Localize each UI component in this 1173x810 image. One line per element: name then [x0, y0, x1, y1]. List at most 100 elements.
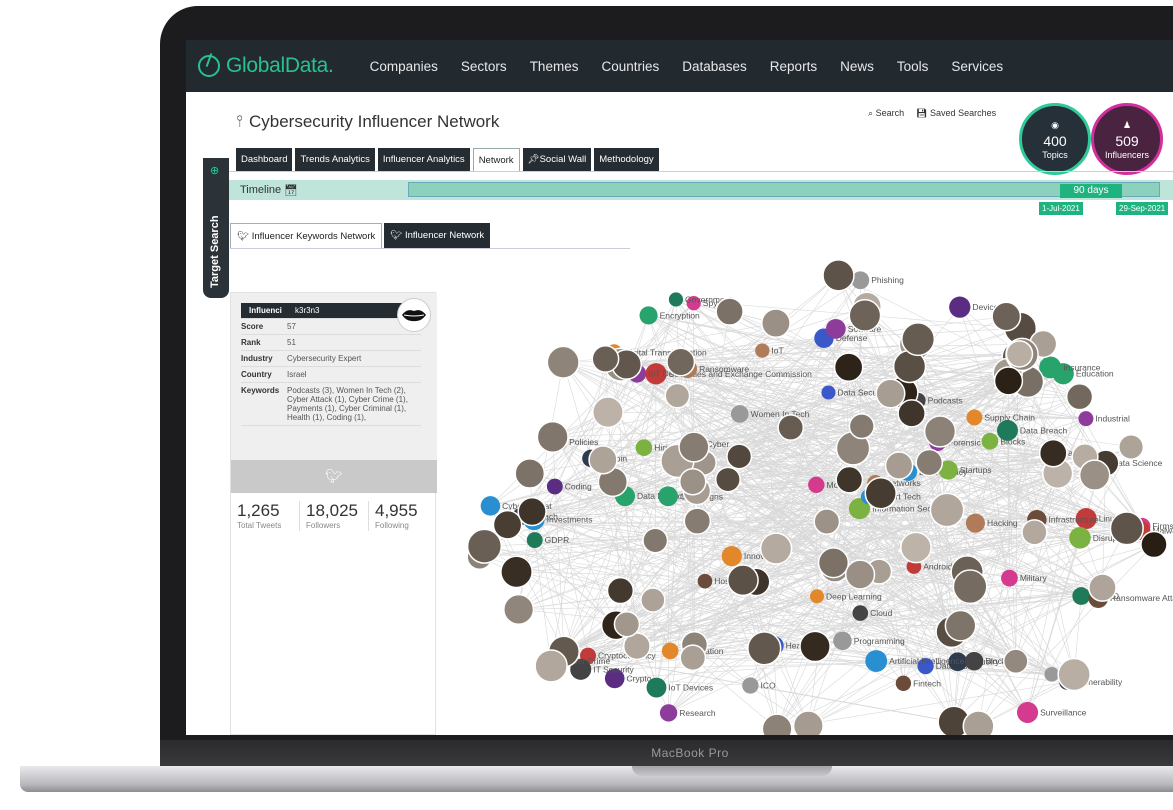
influencer-avatar-node[interactable] — [923, 415, 957, 448]
influencer-avatar-node[interactable] — [715, 297, 744, 326]
nav-item-countries[interactable]: Countries — [601, 59, 659, 74]
influencer-avatar-node[interactable] — [761, 713, 793, 735]
influencer-avatar-node[interactable] — [726, 564, 759, 597]
influencer-avatar-node[interactable] — [613, 610, 641, 638]
influencer-avatar-node[interactable] — [1002, 648, 1029, 675]
timeline-range-handle[interactable]: 90 days — [1060, 184, 1122, 198]
target-search-panel-toggle[interactable]: ⊕ Target Search — [203, 158, 229, 298]
influencer-avatar-node[interactable] — [534, 649, 568, 683]
influencer-avatar-node[interactable] — [500, 555, 533, 589]
influencer-avatar-node[interactable] — [944, 609, 977, 642]
influencer-avatar-node[interactable] — [514, 458, 546, 489]
keyword-node[interactable]: Surveillance — [1017, 701, 1087, 724]
timeline-slider[interactable] — [408, 182, 1160, 197]
influencer-avatar-node[interactable] — [799, 630, 831, 663]
search-link[interactable]: ⌕ Search — [868, 108, 904, 119]
influencer-avatar-node[interactable] — [747, 631, 782, 666]
influencer-avatar-node[interactable] — [591, 344, 620, 373]
influencer-avatar-node[interactable] — [1078, 459, 1111, 491]
topics-counter[interactable]: ◉ 400 Topics — [1019, 103, 1091, 175]
keyword-node[interactable]: Industrial — [1078, 411, 1130, 427]
influencer-avatar-node[interactable] — [915, 448, 944, 477]
twitter-bar[interactable]: 🐦︎ — [231, 460, 437, 493]
influencer-avatar-node[interactable] — [1005, 340, 1034, 368]
tab-trends-analytics[interactable]: Trends Analytics — [295, 148, 375, 172]
influencer-keyword-network-graph[interactable]: FirmsData ProtectionDefenseDigital Trans… — [436, 236, 1173, 735]
nav-item-databases[interactable]: Databases — [682, 59, 747, 74]
influencer-avatar-node[interactable] — [678, 431, 710, 463]
globaldata-logo[interactable]: GlobalData. — [198, 54, 334, 78]
influencer-avatar-node[interactable] — [1065, 383, 1094, 411]
keyword-node[interactable]: Phishing — [851, 271, 904, 290]
influencers-counter[interactable]: ♟ 509 Influencers — [1091, 103, 1163, 175]
influencer-avatar-node[interactable] — [792, 710, 824, 735]
tab-influencer-keywords-network[interactable]: 🐦︎ Influencer Keywords Network — [230, 223, 383, 249]
influencer-avatar-node[interactable] — [726, 443, 753, 470]
influencer-avatar-node[interactable] — [777, 414, 805, 441]
influencer-avatar-node[interactable] — [466, 528, 503, 564]
influencer-avatar-node[interactable] — [591, 396, 624, 429]
influencer-avatar-node[interactable] — [1140, 530, 1168, 559]
nav-item-reports[interactable]: Reports — [770, 59, 817, 74]
influencer-avatar-node[interactable] — [1109, 511, 1144, 546]
influencer-avatar-node[interactable] — [1118, 433, 1145, 461]
influencer-avatar-node[interactable] — [1038, 438, 1068, 468]
influencer-avatar-node[interactable] — [492, 509, 523, 540]
influencer-avatar-node[interactable] — [835, 465, 864, 494]
influencer-avatar-node[interactable] — [1021, 519, 1048, 546]
tab-influencer-analytics[interactable]: Influencer Analytics — [377, 148, 470, 172]
avatar[interactable] — [397, 298, 431, 332]
influencer-avatar-node[interactable] — [1088, 573, 1117, 602]
influencer-avatar-node[interactable] — [714, 466, 741, 493]
saved-searches-link[interactable]: 💾︎ Saved Searches — [916, 108, 996, 119]
influencer-avatar-node[interactable] — [822, 259, 855, 292]
influencer-avatar-node[interactable] — [833, 352, 864, 383]
calendar-icon[interactable]: 📅︎ — [284, 184, 298, 197]
influencer-avatar-node[interactable] — [606, 576, 635, 605]
influencer-avatar-node[interactable] — [929, 492, 965, 528]
influencer-avatar-node[interactable] — [848, 413, 875, 440]
influencer-avatar-node[interactable] — [897, 399, 926, 428]
nav-item-tools[interactable]: Tools — [897, 59, 929, 74]
influencer-avatar-node[interactable] — [683, 507, 712, 535]
tab-social-wall[interactable]: 📌︎Social Wall — [522, 148, 592, 172]
keyword-node[interactable]: Research — [659, 704, 716, 722]
influencer-avatar-node[interactable] — [901, 322, 936, 357]
influencer-avatar-node[interactable] — [848, 299, 882, 332]
influencer-avatar-node[interactable] — [900, 531, 932, 564]
influencer-avatar-node[interactable] — [678, 467, 707, 496]
influencer-avatar-node[interactable] — [666, 347, 696, 377]
nav-item-sectors[interactable]: Sectors — [461, 59, 507, 74]
influencer-avatar-node[interactable] — [759, 532, 793, 565]
influencer-avatar-node[interactable] — [536, 420, 569, 454]
influencer-avatar-node[interactable] — [588, 445, 618, 475]
keyword-node[interactable]: Fintech — [895, 675, 941, 691]
influencer-avatar-node[interactable] — [679, 644, 707, 672]
influencer-avatar-node[interactable] — [546, 345, 580, 379]
influencer-avatar-node[interactable] — [993, 366, 1024, 396]
influencer-avatar-node[interactable] — [761, 308, 791, 339]
influencer-avatar-node[interactable] — [517, 496, 547, 527]
influencer-avatar-node[interactable] — [962, 710, 995, 735]
influencer-avatar-node[interactable] — [642, 527, 669, 554]
nav-item-news[interactable]: News — [840, 59, 874, 74]
nav-item-services[interactable]: Services — [951, 59, 1003, 74]
influencer-avatar-node[interactable] — [813, 508, 841, 535]
nav-item-themes[interactable]: Themes — [530, 59, 579, 74]
influencer-avatar-node[interactable] — [1057, 657, 1091, 692]
influencer-avatar-node[interactable] — [864, 477, 897, 510]
influencer-avatar-node[interactable] — [844, 559, 876, 590]
keyword-node[interactable]: IoT Devices — [646, 677, 714, 698]
influencer-avatar-node[interactable] — [952, 569, 988, 605]
influencer-avatar-node[interactable] — [640, 587, 666, 613]
influencer-avatar-node[interactable] — [991, 301, 1022, 332]
keyword-node[interactable]: Coding — [546, 478, 592, 495]
tab-network[interactable]: Network — [472, 148, 520, 172]
influencer-avatar-node[interactable] — [884, 451, 914, 480]
tab-dashboard[interactable]: Dashboard — [236, 148, 293, 172]
influencer-avatar-node[interactable] — [503, 593, 535, 626]
nav-item-companies[interactable]: Companies — [370, 59, 438, 74]
tab-methodology[interactable]: Methodology — [594, 148, 659, 172]
influencer-avatar-node[interactable] — [875, 378, 906, 409]
keyword-node[interactable]: Deep Learning — [809, 589, 882, 604]
